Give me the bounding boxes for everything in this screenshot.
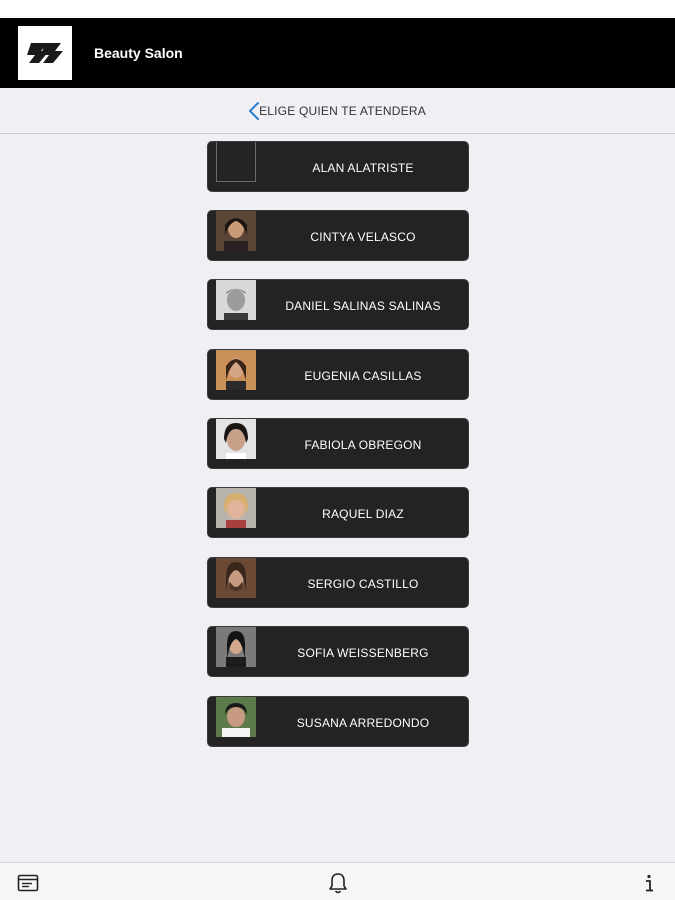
stylist-item[interactable]: SOFIA WEISSENBERG [207, 626, 469, 677]
stylist-item[interactable]: FABIOLA OBREGON [207, 418, 469, 469]
avatar [216, 697, 256, 737]
bottom-tab-bar [0, 862, 675, 900]
stylist-item[interactable]: EUGENIA CASILLAS [207, 349, 469, 400]
bell-icon[interactable] [326, 871, 350, 895]
stylist-name: DANIEL SALINAS SALINAS [285, 298, 441, 313]
stylist-item[interactable]: RAQUEL DIAZ [207, 487, 469, 538]
calendar-list-icon[interactable] [16, 871, 40, 895]
avatar [216, 211, 256, 251]
ss-logo-icon [18, 26, 72, 80]
status-bar [0, 0, 675, 18]
chevron-left-icon [249, 102, 259, 120]
stylist-item[interactable]: SUSANA ARREDONDO [207, 696, 469, 747]
info-icon[interactable] [637, 871, 661, 895]
avatar [216, 627, 256, 667]
avatar [216, 350, 256, 390]
stylist-name: FABIOLA OBREGON [304, 437, 422, 452]
stylist-name: SOFIA WEISSENBERG [297, 645, 429, 660]
avatar [216, 419, 256, 459]
stylist-name: SERGIO CASTILLO [307, 576, 419, 591]
stylist-item[interactable]: CINTYA VELASCO [207, 210, 469, 261]
stylist-item[interactable]: ALAN ALATRISTE [207, 141, 469, 192]
stylist-item[interactable]: DANIEL SALINAS SALINAS [207, 279, 469, 330]
avatar [216, 558, 256, 598]
stylist-name: EUGENIA CASILLAS [304, 368, 422, 383]
app-header: Beauty Salon [0, 18, 675, 88]
stylist-name: CINTYA VELASCO [310, 229, 416, 244]
avatar [216, 142, 256, 182]
app-title: Beauty Salon [94, 45, 183, 61]
avatar [216, 488, 256, 528]
stylist-name: ALAN ALATRISTE [312, 160, 414, 175]
avatar [216, 280, 256, 320]
stylist-name: RAQUEL DIAZ [322, 506, 404, 521]
stylist-name: SUSANA ARREDONDO [296, 715, 430, 730]
stylist-item[interactable]: SERGIO CASTILLO [207, 557, 469, 608]
subheader: ELIGE QUIEN TE ATENDERA [0, 88, 675, 134]
back-button[interactable] [244, 100, 264, 122]
page-title: ELIGE QUIEN TE ATENDERA [259, 103, 426, 118]
